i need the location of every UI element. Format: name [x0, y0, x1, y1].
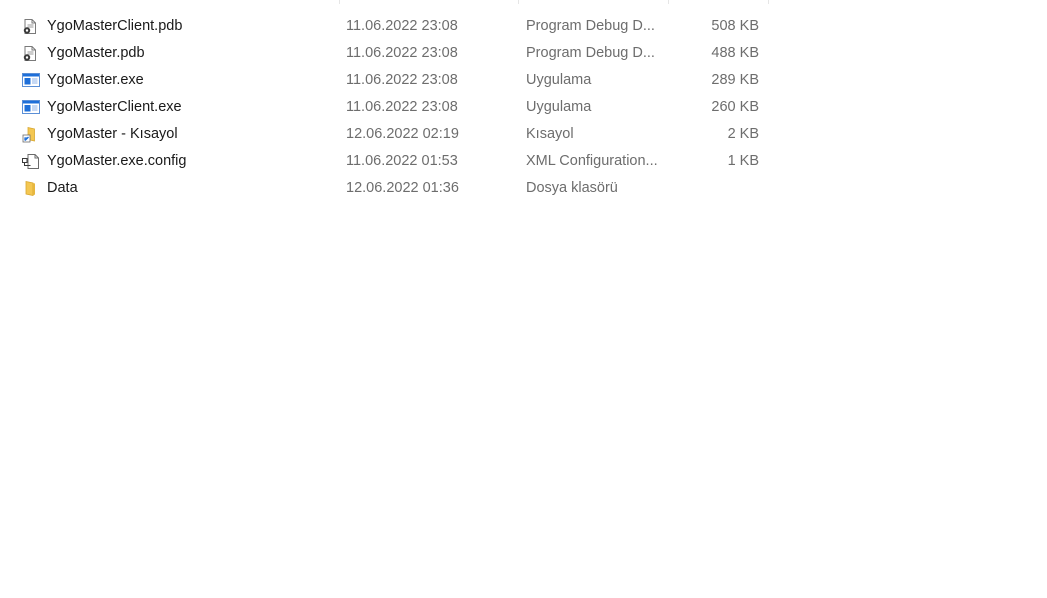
file-size: [676, 175, 759, 202]
file-modified-date: 11.06.2022 23:08: [346, 18, 458, 34]
file-modified-date: 11.06.2022 01:53: [346, 153, 458, 169]
file-modified-date: 11.06.2022 23:08: [346, 45, 458, 61]
file-name[interactable]: Data: [47, 175, 337, 202]
file-type: XML Configuration...: [526, 153, 658, 169]
file-modified-date: 12.06.2022 01:36: [346, 180, 459, 196]
file-row-ygomaster-exe-config[interactable]: YgoMaster.exe.config 11.06.2022 01:53 XM…: [16, 148, 772, 175]
file-name[interactable]: YgoMasterClient.exe: [47, 94, 337, 121]
file-size: 1 KB: [727, 153, 759, 169]
exe-application-icon: [22, 67, 42, 94]
file-name[interactable]: YgoMaster.exe.config: [47, 148, 337, 175]
file-name[interactable]: YgoMaster - Kısayol: [47, 121, 337, 148]
file-size: 2 KB: [727, 126, 759, 142]
file-modified-date: 11.06.2022 23:08: [346, 72, 458, 88]
file-type: Uygulama: [526, 99, 592, 115]
file-type: Program Debug D...: [526, 45, 655, 61]
pdb-file-icon: [22, 13, 42, 40]
file-name[interactable]: YgoMasterClient.pdb: [47, 13, 337, 40]
exe-application-icon: [22, 94, 42, 121]
file-type: Uygulama: [526, 72, 592, 88]
file-row-ygomaster-exe[interactable]: YgoMaster.exe 11.06.2022 23:08 Uygulama …: [16, 67, 772, 94]
pdb-file-icon: [22, 40, 42, 67]
file-size: 508 KB: [711, 18, 759, 34]
column-divider-type[interactable]: [518, 0, 519, 4]
config-file-icon: [22, 148, 42, 175]
file-size: 260 KB: [711, 99, 759, 115]
folder-icon: [22, 175, 42, 202]
file-list: YgoMasterClient.pdb 11.06.2022 23:08 Pro…: [0, 0, 1047, 598]
file-row-ygomasterclient-pdb[interactable]: YgoMasterClient.pdb 11.06.2022 23:08 Pro…: [16, 13, 772, 40]
file-modified-date: 11.06.2022 23:08: [346, 99, 458, 115]
file-size: 289 KB: [711, 72, 759, 88]
column-divider-size[interactable]: [668, 0, 669, 4]
file-row-ygomaster-pdb[interactable]: YgoMaster.pdb 11.06.2022 23:08 Program D…: [16, 40, 772, 67]
file-row-ygomaster-shortcut[interactable]: YgoMaster - Kısayol 12.06.2022 02:19 Kıs…: [16, 121, 772, 148]
file-row-data-folder[interactable]: Data 12.06.2022 01:36 Dosya klasörü: [16, 175, 772, 202]
file-row-ygomasterclient-exe[interactable]: YgoMasterClient.exe 11.06.2022 23:08 Uyg…: [16, 94, 772, 121]
file-name[interactable]: YgoMaster.exe: [47, 67, 337, 94]
file-type: Dosya klasörü: [526, 180, 618, 196]
file-modified-date: 12.06.2022 02:19: [346, 126, 459, 142]
column-divider-date[interactable]: [339, 0, 340, 4]
shortcut-icon: [22, 121, 42, 148]
column-divider-end[interactable]: [768, 0, 769, 4]
file-type: Program Debug D...: [526, 18, 655, 34]
file-size: 488 KB: [711, 45, 759, 61]
file-type: Kısayol: [526, 126, 574, 142]
file-name[interactable]: YgoMaster.pdb: [47, 40, 337, 67]
